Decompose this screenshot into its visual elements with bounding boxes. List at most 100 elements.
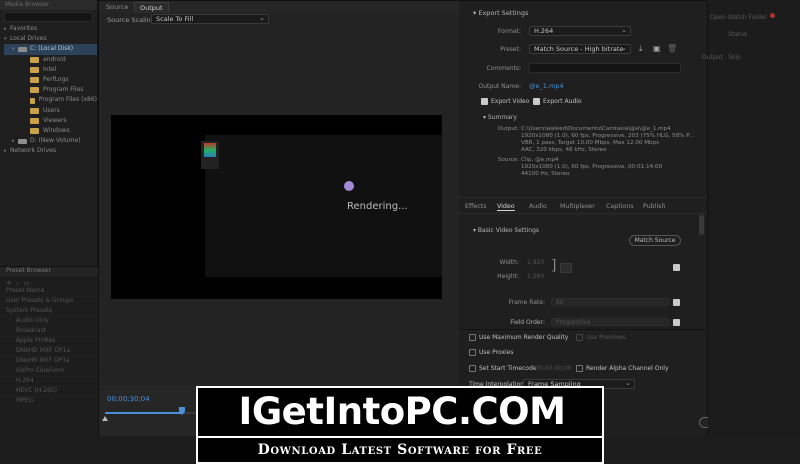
add-preset-icon[interactable]: + [6, 279, 12, 287]
remove-preset-icon[interactable]: – [16, 279, 20, 287]
tab-effects[interactable]: Effects [465, 203, 486, 210]
height-label: Height: [497, 273, 519, 280]
delete-preset-icon[interactable]: 🗑 [667, 44, 677, 53]
render-alpha-checkbox[interactable] [576, 365, 583, 372]
comments-label: Comments: [486, 65, 521, 72]
output-name-link[interactable]: @e_1.mp4 [529, 82, 564, 90]
folder-item[interactable]: Windows [4, 126, 97, 136]
use-previews-checkbox[interactable] [576, 334, 583, 341]
frame-rate-match-checkbox[interactable] [673, 299, 680, 306]
summary-toggle[interactable]: ▾ Summary [483, 114, 517, 121]
preset-row[interactable]: H.264 [0, 377, 98, 387]
use-proxies-checkbox[interactable] [469, 349, 476, 356]
frame-rate-dropdown[interactable]: 60 [551, 298, 669, 306]
summary-source-line: 44100 Hz, Stereo [521, 171, 570, 178]
export-audio-checkbox[interactable] [533, 98, 540, 105]
folder-item[interactable]: Viewers [4, 116, 97, 126]
drive-item[interactable]: ▸ D: (New Volume) [4, 136, 97, 146]
max-render-quality-checkbox[interactable] [469, 334, 476, 341]
export-video-label: Export Video [491, 98, 530, 105]
folder-item[interactable]: Program Files [4, 85, 97, 95]
media-search-input[interactable] [4, 12, 93, 22]
export-settings-title[interactable]: ▾ Export Settings [473, 9, 528, 17]
watermark-title-main: IGetIntoPC [238, 390, 459, 433]
width-value[interactable]: 1,920 [527, 259, 544, 266]
format-dropdown[interactable]: H.264 [529, 26, 631, 36]
match-source-button[interactable]: Match Source [629, 235, 681, 246]
settings-panel: ▾ Export Settings Format: H.264 Preset: … [459, 1, 743, 437]
max-render-quality-label: Use Maximum Render Quality [479, 334, 569, 341]
folder-icon [30, 87, 39, 94]
current-timecode[interactable]: 00;00;30;04 [107, 395, 150, 403]
preset-row[interactable]: User Presets & Groups [0, 297, 98, 307]
preset-row[interactable]: HEVC (H.265) [0, 387, 98, 397]
comments-input[interactable] [529, 63, 681, 73]
in-point-marker-icon[interactable] [102, 416, 108, 421]
rendering-status: Rendering... [347, 201, 408, 212]
tab-video[interactable]: Video [497, 203, 515, 211]
start-timecode-value[interactable]: 00;00;00;00 [535, 365, 572, 372]
media-browser-header: Media Browser [0, 0, 97, 10]
frame-rate-value: 60 [556, 299, 564, 306]
tree-section[interactable]: ▸ Network Drives [4, 146, 97, 156]
preset-row[interactable]: GoPro CineForm [0, 367, 98, 377]
width-match-checkbox[interactable] [673, 264, 680, 271]
queue-panel: Open Watch Folder Status Output Skip [702, 0, 800, 464]
folder-item[interactable]: Program Files (x86) [4, 95, 97, 105]
preset-value: Match Source - High bitrate [534, 45, 624, 53]
source-scaling-value: Scale To Fill [156, 15, 194, 23]
drive-tree: ▸ Favorites ▾ Local Drives ▾ C: (Local Disk) a… [0, 24, 97, 157]
preset-row[interactable]: MPEG [0, 397, 98, 407]
folder-item[interactable]: Users [4, 106, 97, 116]
folder-icon[interactable]: ▭ [23, 279, 30, 287]
preset-row[interactable]: System Presets [0, 307, 98, 317]
preset-row[interactable]: DNxHR MXF OP1a [0, 357, 98, 367]
tree-item-label: Intel [43, 65, 57, 73]
format-value: H.264 [534, 27, 554, 35]
tree-item-label: Program Files [43, 86, 84, 94]
settings-scrollbar[interactable] [699, 215, 704, 235]
preset-row[interactable]: Broadcast [0, 327, 98, 337]
link-aspect-icon[interactable] [560, 263, 572, 273]
tab-captions[interactable]: Captions [606, 203, 634, 210]
preset-row[interactable]: Audio Only [0, 317, 98, 327]
summary-source-line: 1920x1080 (1.0), 60 fps, Progressive, 00… [521, 164, 663, 171]
folder-item[interactable]: android [4, 55, 97, 65]
export-video-checkbox[interactable] [481, 98, 488, 105]
tab-publish[interactable]: Publish [643, 203, 665, 210]
summary-output-text: C:\Users\waleed\Documents\Camtasia\@e\@e… [521, 126, 694, 154]
tree-section[interactable]: ▾ Local Drives [4, 34, 97, 44]
drive-item[interactable]: ▾ C: (Local Disk) [4, 44, 97, 55]
preset-row[interactable]: Apple ProRes [0, 337, 98, 347]
tab-multiplexer[interactable]: Multiplexer [560, 203, 595, 210]
preset-label: Preset: [500, 46, 521, 53]
import-preset-icon[interactable]: ▣ [653, 44, 661, 53]
tree-item-label: D: (New Volume) [30, 137, 81, 145]
tree-item-label: Network Drives [10, 147, 57, 155]
watermark-title-com: COM [471, 390, 566, 433]
folder-icon [30, 107, 39, 114]
folder-item[interactable]: Intel [4, 65, 97, 75]
drive-icon [18, 47, 27, 52]
tab-output[interactable]: Output [134, 2, 169, 13]
preset-row[interactable]: Preset Name [0, 287, 98, 297]
preset-dropdown[interactable]: Match Source - High bitrate [529, 44, 631, 54]
field-order-match-checkbox[interactable] [673, 319, 680, 326]
tab-audio[interactable]: Audio [529, 203, 547, 210]
folder-item[interactable]: PerfLogs [4, 75, 97, 85]
basic-video-toggle[interactable]: ▾ Basic Video Settings [473, 227, 539, 234]
summary-source-label: Source: [497, 157, 519, 163]
save-preset-icon[interactable]: ⤓ [639, 44, 643, 54]
watermark-title: IGetIntoPC.COM [204, 390, 600, 434]
basic-video-title: Basic Video Settings [477, 227, 540, 234]
stop-queue-icon[interactable] [770, 13, 775, 18]
field-order-dropdown[interactable]: Progressive [551, 318, 669, 326]
source-scaling-dropdown[interactable]: Scale To Fill [151, 14, 269, 24]
preset-row[interactable]: DNxHD MXF OP1a [0, 347, 98, 357]
height-value[interactable]: 1,080 [527, 273, 544, 280]
tab-source[interactable]: Source [101, 2, 133, 12]
tree-section[interactable]: ▸ Favorites [4, 24, 97, 34]
start-timecode-checkbox[interactable] [469, 365, 476, 372]
app-window: Media Browser ▸ Favorites ▾ Local Drives ▾ C:… [0, 0, 800, 464]
width-label: Width: [499, 259, 519, 266]
